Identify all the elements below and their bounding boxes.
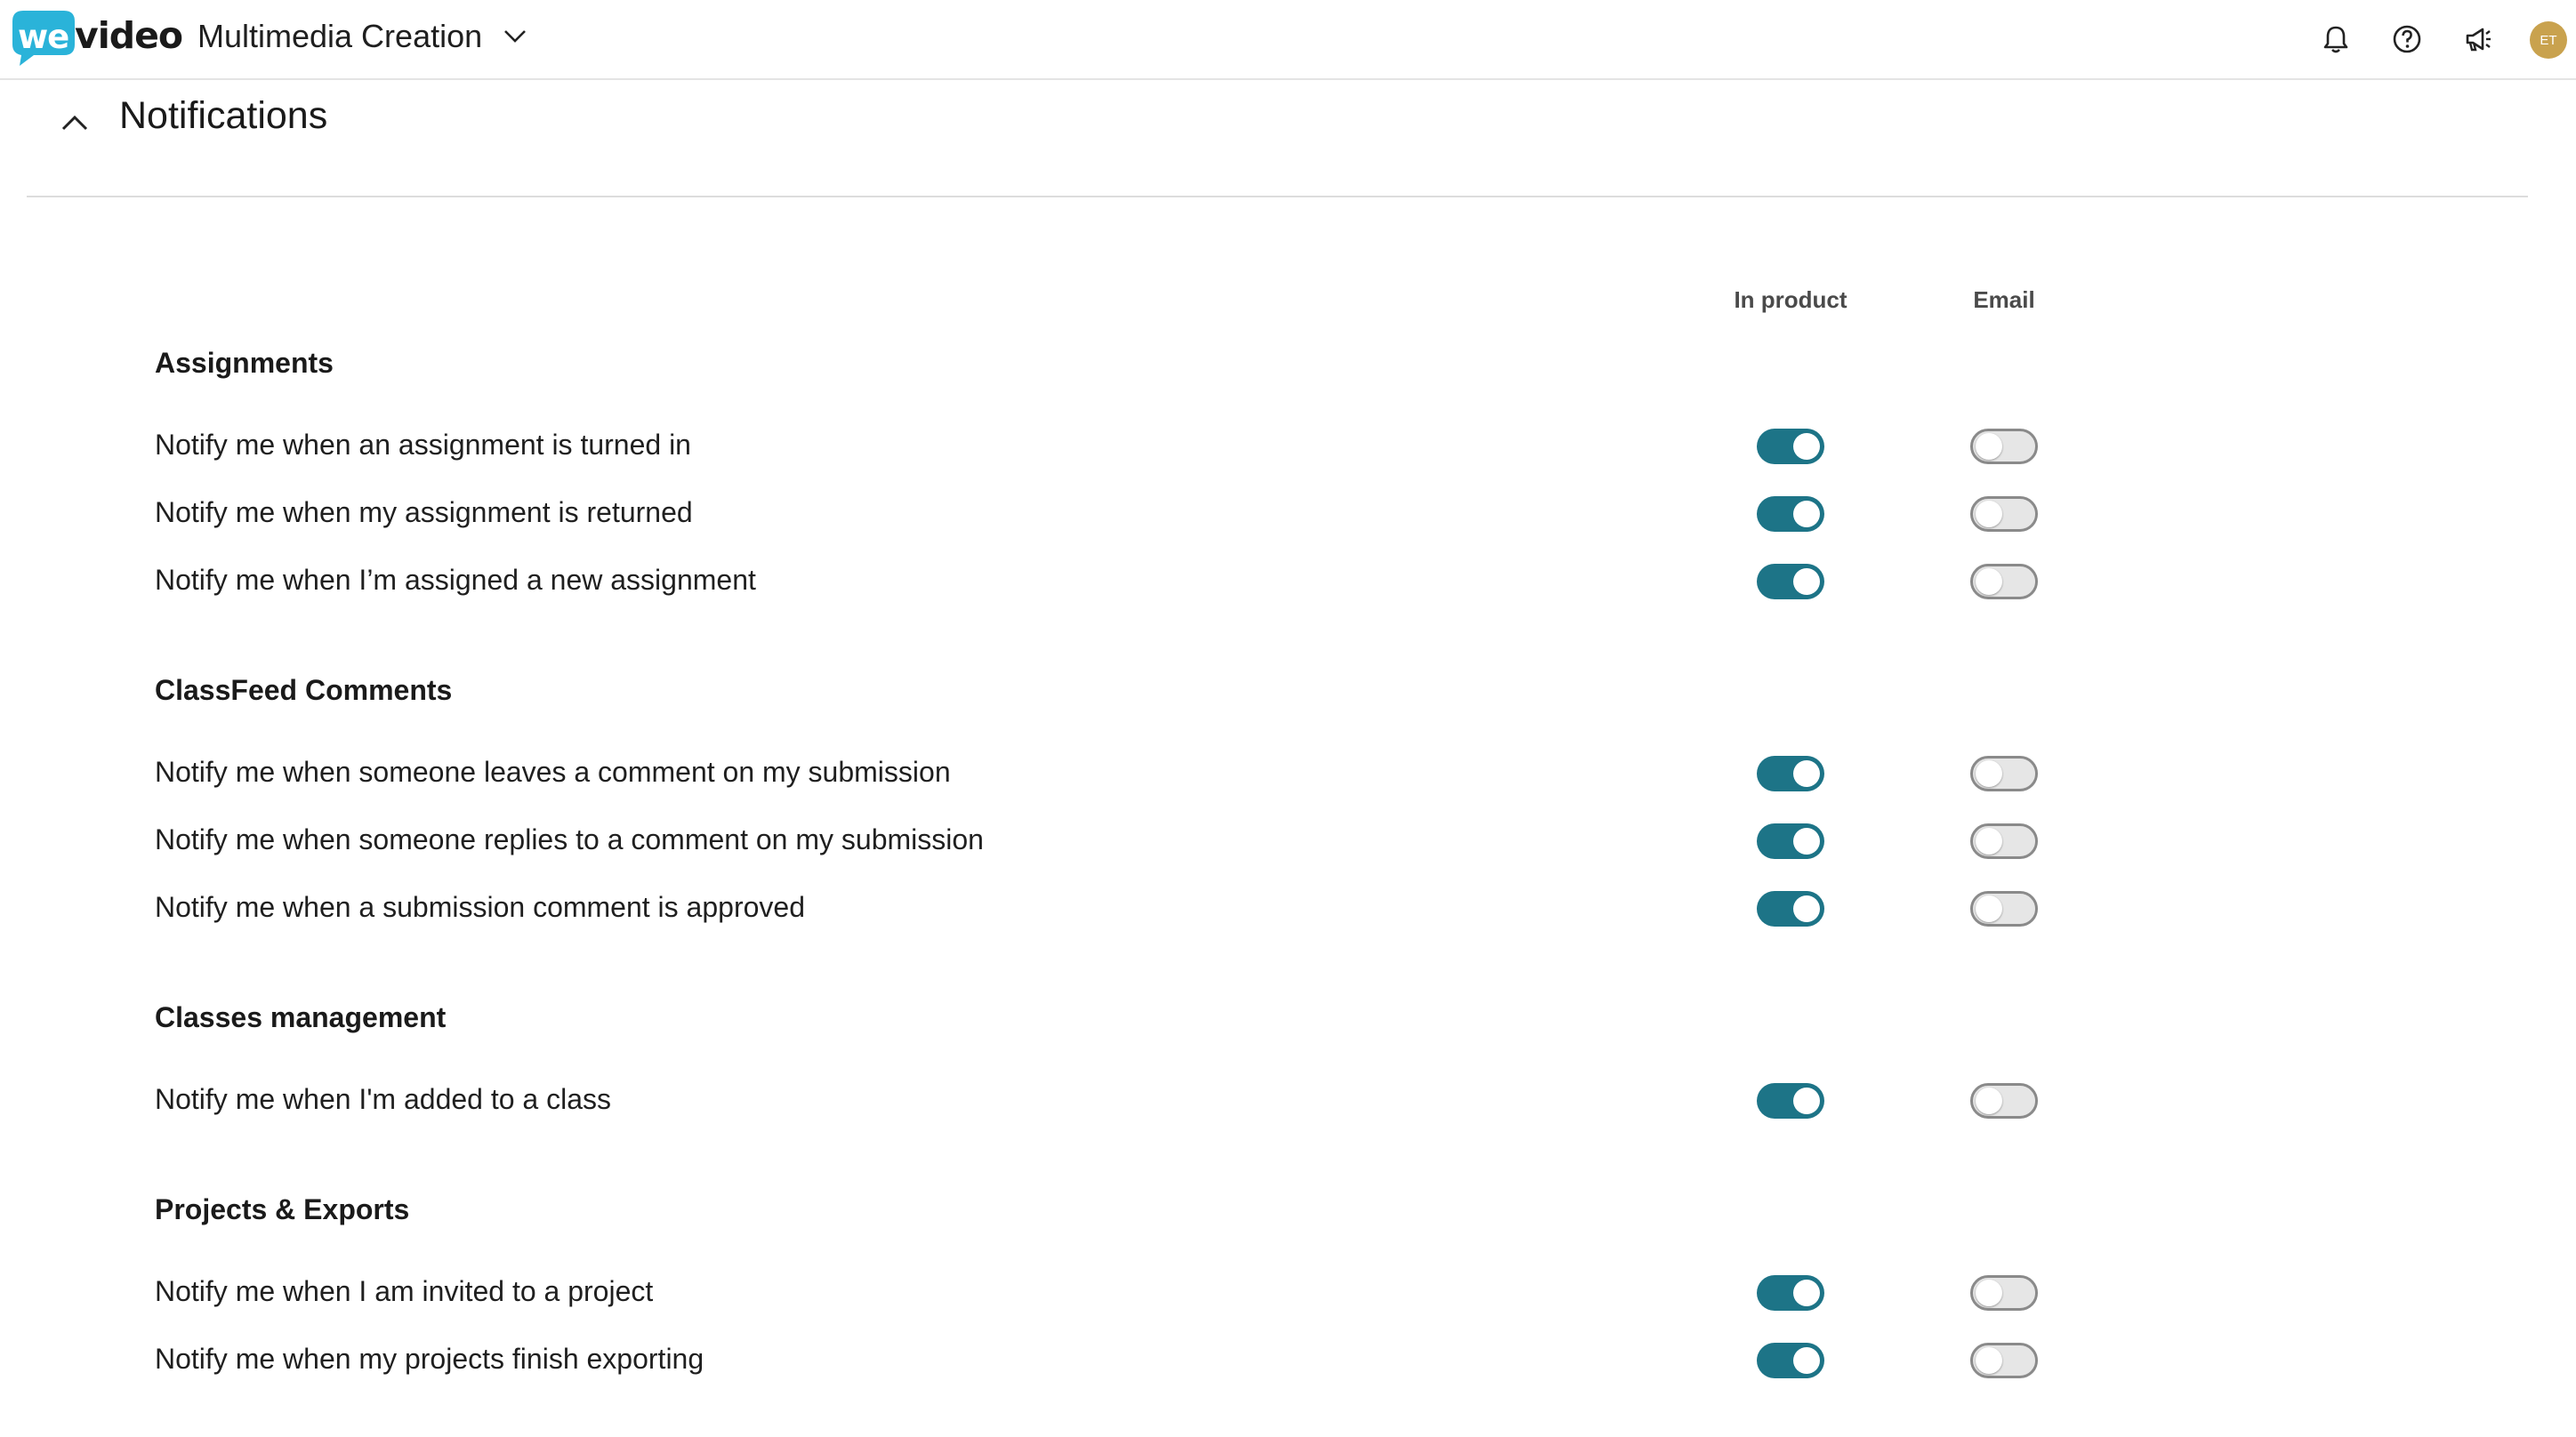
toggle-knob [1793, 501, 1820, 527]
toggle-knob [1976, 760, 2002, 787]
toggle-knob [1793, 1347, 1820, 1374]
toggle-knob [1793, 760, 1820, 787]
email-toggle[interactable] [1970, 496, 2038, 532]
user-avatar[interactable]: ET [2530, 21, 2567, 59]
toggle-knob [1976, 568, 2002, 595]
notification-label: Notify me when an assignment is turned i… [155, 429, 691, 461]
in-product-toggle[interactable] [1757, 891, 1824, 927]
email-toggle[interactable] [1970, 1343, 2038, 1378]
notification-label: Notify me when a submission comment is a… [155, 891, 805, 923]
avatar-initials: ET [2540, 32, 2557, 48]
logo-we-text: we [18, 18, 69, 56]
toggle-knob [1976, 895, 2002, 922]
toggle-knob [1793, 433, 1820, 460]
group-title-classfeed-comments: ClassFeed Comments [155, 674, 453, 706]
in-product-toggle[interactable] [1757, 496, 1824, 532]
email-toggle[interactable] [1970, 756, 2038, 791]
in-product-toggle[interactable] [1757, 564, 1824, 599]
in-product-toggle[interactable] [1757, 1343, 1824, 1378]
email-toggle[interactable] [1970, 1083, 2038, 1119]
notification-label: Notify me when I'm added to a class [155, 1083, 612, 1115]
toggle-knob [1976, 828, 2002, 855]
announcements-megaphone-icon[interactable] [2460, 21, 2496, 57]
notification-label: Notify me when I am invited to a project [155, 1275, 654, 1307]
help-icon[interactable] [2389, 21, 2425, 57]
chevron-down-icon [504, 30, 527, 43]
logo-video-text: video [75, 14, 183, 57]
toggle-knob [1976, 1088, 2002, 1114]
notification-label: Notify me when my assignment is returned [155, 496, 693, 528]
in-product-toggle[interactable] [1757, 1275, 1824, 1311]
notification-label: Notify me when someone leaves a comment … [155, 756, 951, 788]
email-toggle[interactable] [1970, 891, 2038, 927]
toggle-knob [1976, 1280, 2002, 1306]
wevideo-logo[interactable]: we video [11, 7, 183, 69]
group-title-assignments: Assignments [155, 347, 334, 379]
notification-label: Notify me when someone replies to a comm… [155, 823, 984, 855]
email-toggle[interactable] [1970, 564, 2038, 599]
bell-icon[interactable] [2318, 21, 2354, 57]
chevron-up-icon[interactable] [55, 103, 94, 142]
workspace-name: Multimedia Creation [197, 18, 483, 54]
notification-label: Notify me when I’m assigned a new assign… [155, 564, 756, 596]
email-toggle[interactable] [1970, 1275, 2038, 1311]
email-toggle[interactable] [1970, 429, 2038, 464]
group-title-classes-management: Classes management [155, 1001, 447, 1033]
toggle-knob [1976, 1347, 2002, 1374]
in-product-toggle[interactable] [1757, 823, 1824, 859]
in-product-toggle[interactable] [1757, 429, 1824, 464]
workspace-selector[interactable]: Multimedia Creation [197, 18, 528, 55]
column-header-in-product: In product [1734, 286, 1847, 313]
column-header-email: Email [1973, 286, 2035, 313]
toggle-knob [1793, 895, 1820, 922]
toggle-knob [1793, 828, 1820, 855]
toggle-knob [1793, 568, 1820, 595]
email-toggle[interactable] [1970, 823, 2038, 859]
toggle-knob [1976, 501, 2002, 527]
top-bar: we video Multimedia Creation ET [0, 0, 2576, 80]
toggle-knob [1793, 1088, 1820, 1114]
toggle-knob [1793, 1280, 1820, 1306]
group-title-projects-exports: Projects & Exports [155, 1193, 410, 1225]
toggle-knob [1976, 433, 2002, 460]
notification-label: Notify me when my projects finish export… [155, 1343, 704, 1375]
in-product-toggle[interactable] [1757, 1083, 1824, 1119]
section-title: Notifications [119, 94, 328, 137]
notifications-section-header: Notifications [27, 85, 2528, 197]
in-product-toggle[interactable] [1757, 756, 1824, 791]
